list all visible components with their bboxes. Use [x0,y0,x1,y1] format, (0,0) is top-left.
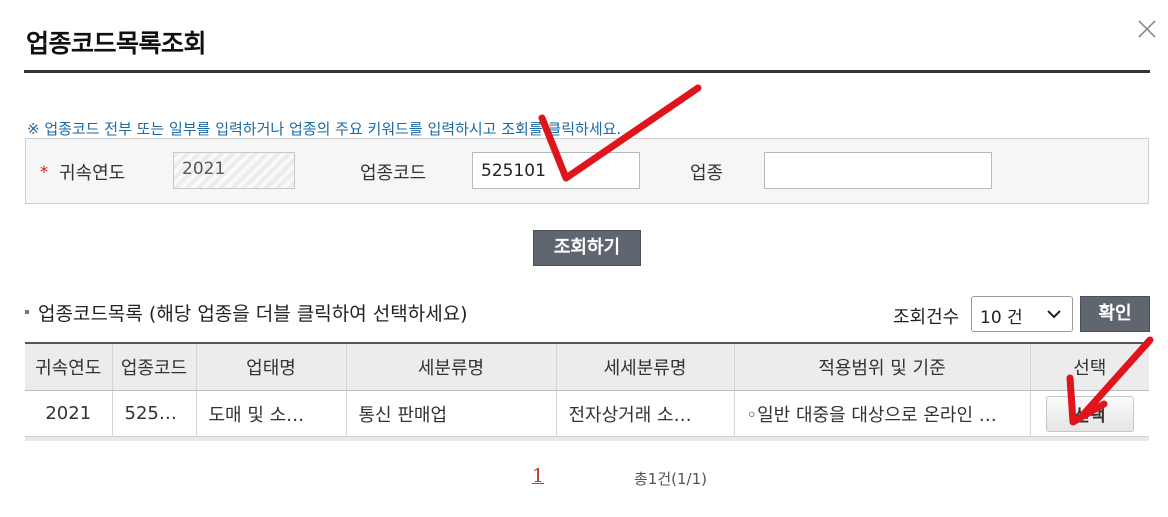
col-header-year: 귀속연도 [25,342,112,391]
cell-year: 2021 [25,390,112,437]
dialog-title: 업종코드목록조회 [26,29,207,58]
col-header-sub-category: 세분류명 [345,342,556,391]
col-header-select: 선택 [1029,342,1149,391]
industry-label: 업종 [690,163,724,184]
result-count-value: 10 건 [980,308,1023,328]
close-icon[interactable] [1136,18,1158,40]
cell-select: 선택 [1029,390,1149,437]
cell-detail-category: 전자상거래 소… [555,390,734,437]
industry-code-table: 귀속연도 업종코드 업태명 세분류명 세세분류명 적용범위 및 기준 선택 20… [25,342,1149,437]
select-button[interactable]: 선택 [1045,395,1134,432]
page-summary: 총1건(1/1) [634,470,707,488]
year-field: 2021 [173,152,295,189]
col-header-detail-category: 세세분류명 [555,342,734,391]
confirm-button[interactable]: 확인 [1080,296,1150,332]
table-row[interactable]: 2021 525… 도매 및 소… 통신 판매업 전자상거래 소… ◦일반 대중… [25,390,1149,437]
list-section-title: 업종코드목록 (해당 업종을 더블 클릭하여 선택하세요) [38,303,468,325]
cell-sub-category: 통신 판매업 [345,390,556,437]
year-label: 귀속연도 [59,163,126,184]
table-bottom-bar [25,437,1149,441]
industry-code-label: 업종코드 [360,163,427,184]
title-divider [24,70,1150,73]
cell-scope: ◦일반 대중을 대상으로 온라인 … [733,390,1030,437]
page-link-1[interactable]: 1 [532,465,544,487]
col-header-code: 업종코드 [111,342,196,391]
result-count-label: 조회건수 [893,307,960,328]
search-button[interactable]: 조회하기 [533,230,641,266]
search-notice: ※ 업종코드 전부 또는 일부를 입력하거나 업종의 주요 키워드를 입력하시고… [27,120,622,138]
section-bullet [25,310,29,314]
industry-input[interactable] [764,152,992,189]
required-mark: * [40,162,48,181]
chevron-down-icon [1047,310,1061,319]
col-header-scope: 적용범위 및 기준 [733,342,1030,391]
result-count-select[interactable]: 10 건 [971,296,1073,332]
industry-code-input[interactable] [472,152,640,189]
col-header-business-type: 업태명 [195,342,346,391]
cell-code: 525… [111,390,196,437]
table-header-row: 귀속연도 업종코드 업태명 세분류명 세세분류명 적용범위 및 기준 선택 [25,342,1149,391]
cell-business-type: 도매 및 소… [195,390,346,437]
